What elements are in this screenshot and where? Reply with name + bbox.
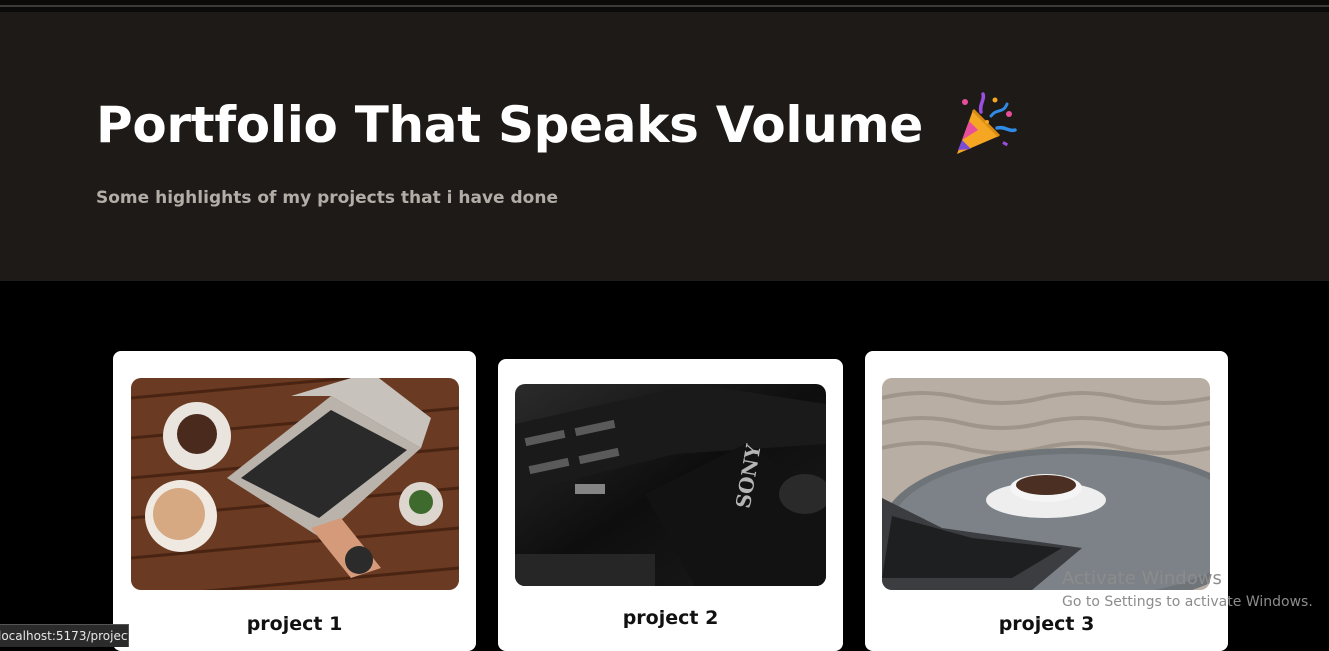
project-card-1[interactable]: project 1 (113, 351, 476, 651)
project-3-title: project 3 (998, 613, 1095, 635)
page-title-text: Portfolio That Speaks Volume (96, 96, 923, 154)
project-1-title: project 1 (246, 613, 343, 635)
project-card-2[interactable]: SONY project 2 (498, 359, 843, 651)
project-3-image (882, 378, 1210, 590)
top-divider (0, 5, 1329, 7)
activate-windows-subtitle: Go to Settings to activate Windows. (1062, 594, 1313, 610)
project-2-title: project 2 (622, 607, 719, 629)
page-title: Portfolio That Speaks Volume (96, 92, 1017, 158)
page-subtitle: Some highlights of my projects that i ha… (96, 188, 558, 208)
hero-section: Portfolio That Speaks Volume Some highli… (0, 12, 1329, 281)
activate-windows-title: Activate Windows (1062, 568, 1222, 589)
browser-top-bar (0, 0, 1329, 12)
project-1-image (131, 378, 459, 590)
status-bar-url: localhost:5173/project/2 (0, 624, 129, 647)
party-popper-icon (951, 92, 1017, 158)
project-2-image: SONY (515, 384, 826, 586)
